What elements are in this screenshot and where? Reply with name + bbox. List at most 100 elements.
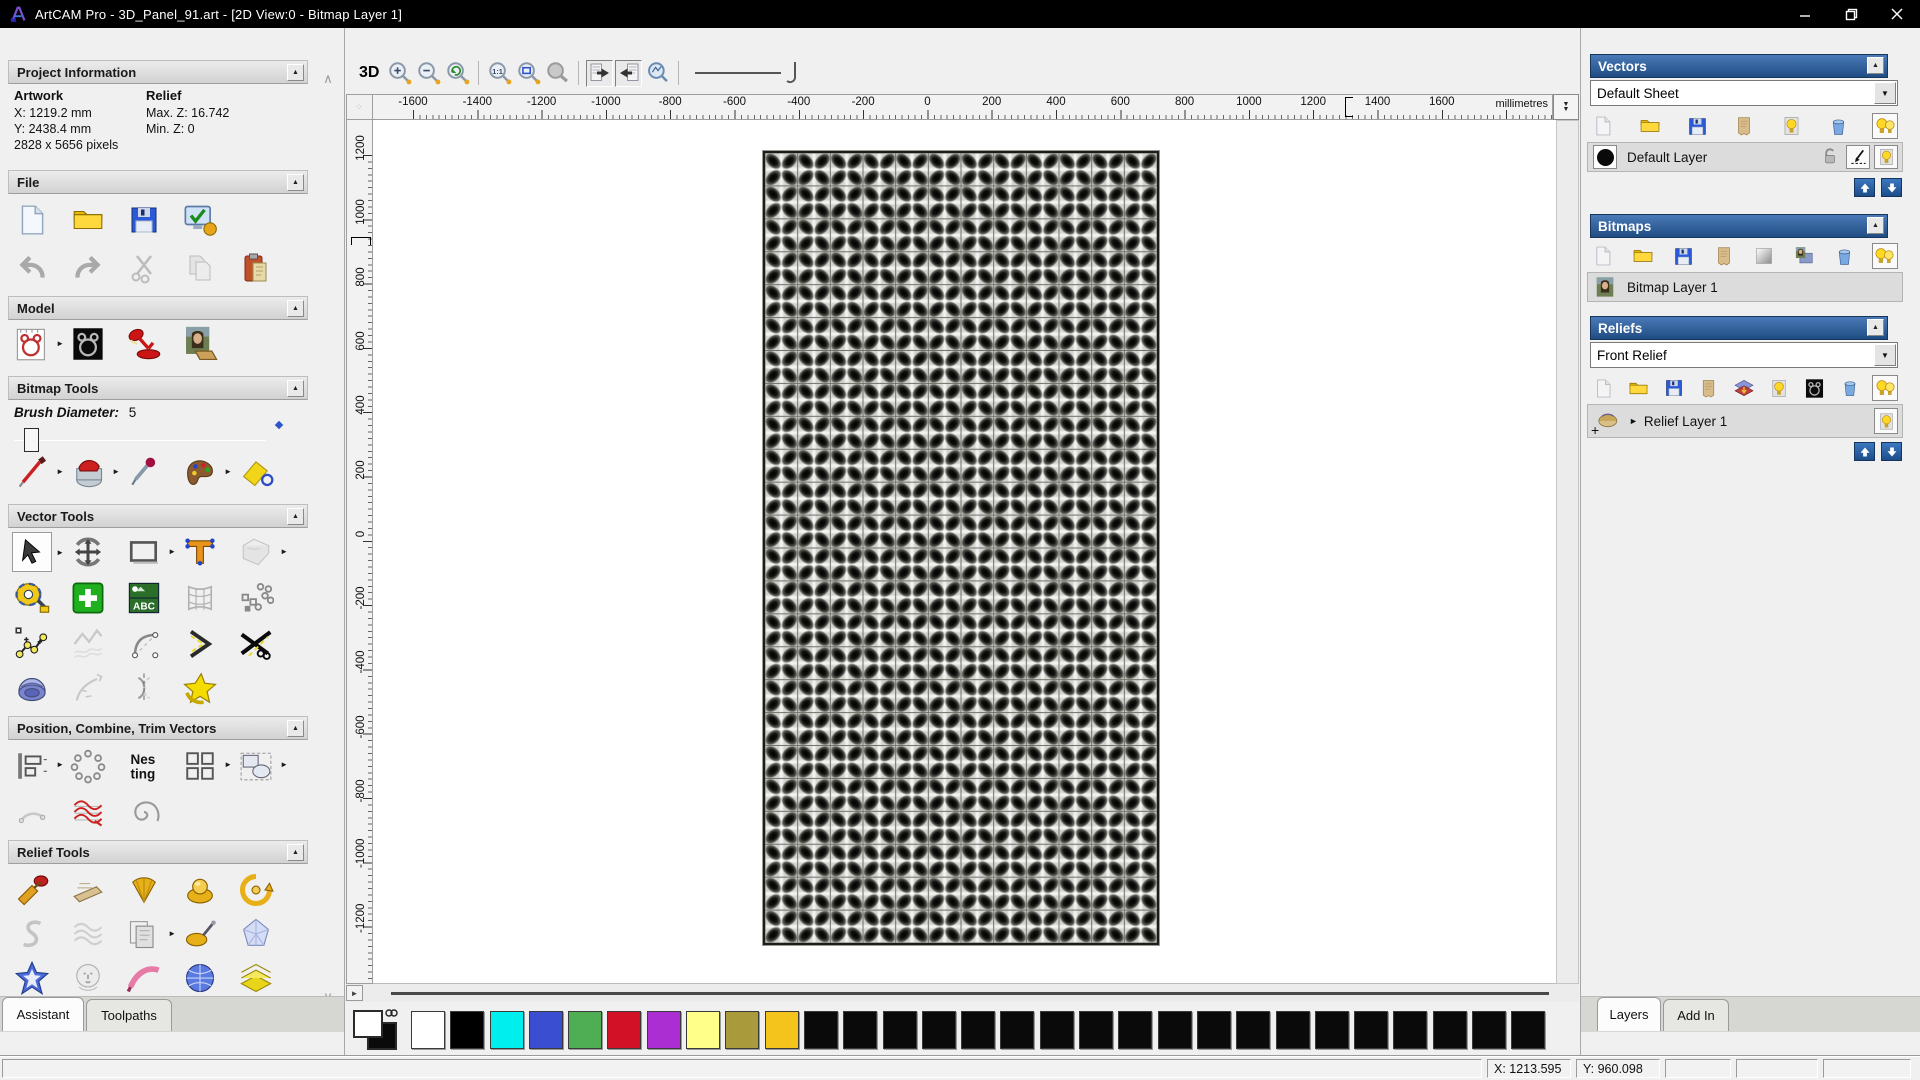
greyscale-preview-button[interactable] (1802, 375, 1828, 401)
dome-relief-tool[interactable] (180, 870, 220, 910)
horizontal-scrollbar[interactable]: ► (346, 984, 1579, 1002)
create-rectangle-tool[interactable] (124, 532, 164, 572)
weave-vectors-tool[interactable] (68, 792, 108, 832)
circular-copy-tool[interactable] (68, 746, 108, 786)
lock-layer-button[interactable] (1820, 146, 1840, 169)
colour-swatch[interactable] (883, 1011, 917, 1049)
eraser-tool[interactable] (236, 452, 276, 492)
turn-relief-tool[interactable] (180, 914, 220, 954)
tab-assistant[interactable]: Assistant (2, 997, 84, 1031)
tab-add-in[interactable]: Add In (1663, 999, 1729, 1031)
stack-reliefs-button[interactable] (1731, 375, 1757, 401)
flyout-arrow-icon[interactable] (56, 548, 64, 557)
bitmap-layer-row[interactable]: Bitmap Layer 1 (1587, 272, 1903, 302)
dropdown-arrow-icon[interactable] (1874, 82, 1896, 104)
flyout-arrow-icon[interactable] (56, 760, 64, 769)
star-relief-tool[interactable] (12, 958, 52, 998)
move-layer-down-button[interactable] (1881, 178, 1902, 197)
create-text-tool[interactable] (180, 532, 220, 572)
transform-vectors-tool[interactable] (68, 532, 108, 572)
flyout-arrow-icon[interactable] (112, 467, 120, 476)
section-header-position-tools[interactable]: Position, Combine, Trim Vectors (8, 716, 308, 740)
flyout-arrow-icon[interactable] (280, 547, 288, 556)
trim-vectors-tool[interactable] (236, 624, 276, 664)
paste-button[interactable] (236, 248, 276, 288)
zoom-in-button[interactable] (386, 60, 413, 87)
preview-relief-button[interactable] (644, 60, 671, 87)
delete-vector-layer-button[interactable] (1825, 113, 1851, 139)
collapse-button[interactable] (1867, 57, 1884, 74)
smoothing-tool[interactable] (68, 870, 108, 910)
create-polyline-tool[interactable] (12, 624, 52, 664)
envelope-distort-tool[interactable] (236, 532, 276, 572)
load-bitmap-button[interactable] (180, 324, 220, 364)
new-relief-layer-button[interactable] (1590, 375, 1616, 401)
greyscale-button[interactable] (1751, 243, 1777, 269)
flyout-arrow-icon[interactable] (280, 760, 288, 769)
colour-swatch[interactable] (686, 1011, 720, 1049)
colour-swatch[interactable] (1393, 1011, 1427, 1049)
collapse-button[interactable] (287, 300, 304, 317)
lighting-button[interactable] (124, 324, 164, 364)
set-model-size-button[interactable] (12, 324, 52, 364)
section-header-relief-tools[interactable]: Relief Tools (8, 840, 308, 864)
collapse-button[interactable] (287, 508, 304, 525)
colour-swatch[interactable] (1354, 1011, 1388, 1049)
zoom-previous-button[interactable] (444, 60, 471, 87)
colour-swatch[interactable] (1118, 1011, 1152, 1049)
distort-grid-tool[interactable] (180, 578, 220, 618)
delete-bitmap-layer-button[interactable] (1832, 243, 1858, 269)
fit-vectors-to-relief-tool[interactable] (12, 668, 52, 708)
toggle-all-layers-button[interactable] (1872, 375, 1898, 401)
relief-layer-row[interactable]: + Relief Layer 1 (1587, 404, 1903, 438)
sweep-profile-tool[interactable] (12, 914, 52, 954)
section-header-file[interactable]: File (8, 170, 308, 194)
ruler-options-button[interactable]: ▼▼ (1553, 94, 1579, 120)
face-wizard-tool[interactable] (68, 958, 108, 998)
primary-colour-swatch[interactable] (353, 1010, 383, 1038)
colour-swatch[interactable] (1197, 1011, 1231, 1049)
panel-scroll-up-icon[interactable]: ∧ (315, 68, 341, 90)
invert-model-button[interactable] (68, 324, 108, 364)
minimize-button[interactable] (1782, 0, 1828, 28)
colour-swatch[interactable] (804, 1011, 838, 1049)
colour-swatch[interactable] (490, 1011, 524, 1049)
collapse-button[interactable] (1867, 319, 1884, 336)
spin-relief-tool[interactable] (236, 870, 276, 910)
layer-visibility-button[interactable] (1874, 408, 1898, 434)
create-star-tool[interactable] (180, 668, 220, 708)
restore-button[interactable] (1828, 0, 1874, 28)
colour-swatch[interactable] (1511, 1011, 1545, 1049)
new-bitmap-layer-button[interactable] (1590, 243, 1616, 269)
colour-swatch[interactable] (607, 1011, 641, 1049)
freehand-sketch-tool[interactable] (68, 624, 108, 664)
undo-button[interactable] (12, 248, 52, 288)
toggle-all-layers-button[interactable] (1872, 243, 1898, 269)
panel-artwork[interactable] (763, 151, 1159, 945)
flyout-arrow-icon[interactable] (56, 467, 64, 476)
options-button[interactable] (180, 200, 220, 240)
toggle-all-layers-button[interactable] (1872, 113, 1898, 139)
zoom-fit-button[interactable] (515, 60, 542, 87)
line-end-handle-icon[interactable] (785, 60, 799, 86)
colour-swatch[interactable] (765, 1011, 799, 1049)
fit-arcs-tool[interactable] (12, 792, 52, 832)
relief-selector[interactable]: Front Relief (1590, 342, 1898, 368)
create-arc-tool[interactable] (124, 624, 164, 664)
offset-vector-tool[interactable] (180, 624, 220, 664)
colour-swatch[interactable] (1079, 1011, 1113, 1049)
collapse-button[interactable] (287, 844, 304, 861)
select-vectors-tool[interactable] (12, 532, 52, 572)
merge-bitmap-layers-button[interactable] (1711, 243, 1737, 269)
smooth-polyline-tool[interactable] (68, 668, 108, 708)
brush-diameter-slider-track[interactable] (14, 440, 266, 441)
zoom-out-button[interactable] (415, 60, 442, 87)
texture-weave-tool[interactable] (68, 914, 108, 954)
colour-palette-tool[interactable] (180, 452, 220, 492)
node-editing-tool[interactable] (68, 578, 108, 618)
paint-tool[interactable] (12, 452, 52, 492)
spiral-tool[interactable] (124, 792, 164, 832)
move-layer-down-button[interactable] (1881, 442, 1902, 461)
vertical-scrollbar[interactable] (1556, 120, 1579, 984)
colour-swatch[interactable] (1472, 1011, 1506, 1049)
